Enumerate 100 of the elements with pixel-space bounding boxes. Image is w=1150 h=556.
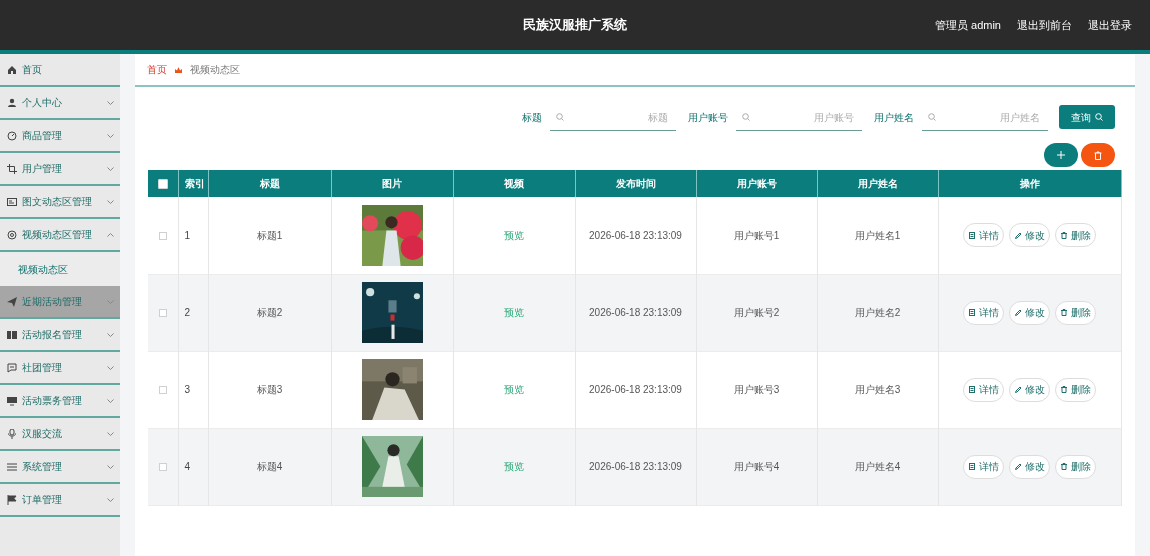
home-icon	[7, 64, 17, 75]
header-link[interactable]: 退出到前台	[1017, 16, 1072, 34]
table-cell: 标题2	[256, 307, 283, 318]
table-cell: 1	[184, 229, 191, 241]
chevron-down-icon	[107, 332, 114, 337]
menu-icon	[7, 461, 17, 472]
table-cell: 用户姓名4	[854, 461, 901, 472]
checkbox[interactable]	[158, 463, 167, 472]
gauge-icon	[7, 130, 17, 141]
search-icon	[556, 113, 564, 121]
breadcrumb-item: 视频动态区	[190, 63, 240, 77]
edit-button[interactable]: 修改	[1009, 300, 1050, 325]
paper-plane-icon	[7, 296, 17, 307]
table-cell: 用户姓名3	[854, 384, 901, 395]
field-label: 标题	[522, 110, 542, 125]
table-cell: 2	[184, 307, 191, 318]
add-button[interactable]	[1044, 143, 1078, 167]
search-button[interactable]: 查询	[1059, 105, 1115, 129]
search-field[interactable]: 用户账号	[736, 105, 862, 131]
edit-button[interactable]: 修改	[1009, 377, 1050, 402]
document-icon	[968, 386, 976, 393]
table-cell: 3	[184, 384, 191, 395]
search-icon	[742, 113, 750, 121]
trash-icon	[1060, 231, 1068, 239]
book-icon	[7, 329, 17, 340]
delete-button[interactable]	[1081, 143, 1115, 167]
chevron-down-icon	[107, 299, 114, 304]
checkbox[interactable]	[158, 386, 167, 395]
pencil-icon	[1014, 231, 1022, 239]
aperture-icon	[7, 229, 17, 240]
monitor-icon	[7, 395, 17, 406]
breadcrumb-item[interactable]: 首页	[147, 62, 167, 77]
document-icon	[968, 309, 976, 316]
table-cell: 标题4	[256, 461, 283, 472]
table-cell: 用户账号1	[733, 229, 780, 241]
table-cell: 用户姓名2	[854, 307, 901, 318]
table-cell: 用户姓名1	[854, 229, 901, 241]
table-cell: 用户账号4	[733, 461, 780, 472]
search-icon	[1095, 113, 1103, 121]
field-label: 用户姓名	[874, 110, 914, 125]
pencil-icon	[1014, 463, 1022, 470]
pencil-icon	[1014, 386, 1022, 393]
chat-icon	[7, 362, 17, 373]
pencil-icon	[1014, 309, 1022, 316]
preview-link[interactable]: 预览	[504, 229, 524, 241]
chevron-down-icon	[107, 133, 114, 138]
chevron-down-icon	[107, 497, 114, 502]
details-button[interactable]: 详情	[963, 223, 1004, 248]
details-button[interactable]: 详情	[963, 300, 1004, 325]
app-title: 民族汉服推广系统	[523, 16, 627, 35]
preview-link[interactable]: 预览	[504, 384, 524, 395]
table-cell: 标题3	[256, 384, 283, 395]
table-cell: 标题1	[256, 229, 283, 241]
table-cell: 2026-06-18 23:13:09	[589, 384, 682, 395]
table-cell: 4	[184, 461, 191, 472]
microphone-icon	[7, 428, 17, 439]
trash-icon	[1060, 386, 1068, 393]
table-cell: 用户账号2	[733, 307, 780, 318]
checkbox[interactable]	[158, 232, 167, 241]
header-link[interactable]: 退出登录	[1088, 16, 1132, 34]
image-icon	[7, 196, 17, 207]
search-field[interactable]: 标题	[550, 105, 676, 131]
details-button[interactable]: 详情	[963, 377, 1004, 402]
chevron-down-icon	[107, 464, 114, 469]
table-cell: 用户账号3	[733, 384, 780, 395]
chevron-down-icon	[107, 100, 114, 105]
flag-icon	[7, 494, 17, 505]
table-cell: 2026-06-18 23:13:09	[589, 307, 682, 318]
trash-icon	[1094, 150, 1102, 160]
delete-button[interactable]: 删除	[1055, 300, 1096, 325]
checkbox[interactable]	[157, 179, 168, 190]
delete-button[interactable]: 删除	[1055, 377, 1096, 402]
search-field[interactable]: 用户姓名	[922, 105, 1048, 131]
table-cell: 2026-06-18 23:13:09	[589, 461, 682, 472]
separator-icon	[175, 66, 182, 73]
chevron-down-icon	[107, 365, 114, 370]
chevron-down-icon	[107, 166, 114, 171]
header-link[interactable]: 管理员 admin	[934, 16, 1001, 34]
trash-icon	[1060, 309, 1068, 316]
details-button[interactable]: 详情	[963, 454, 1004, 479]
preview-link[interactable]: 预览	[504, 307, 524, 318]
crop-icon	[7, 163, 17, 174]
plus-icon	[1057, 151, 1065, 159]
edit-button[interactable]: 修改	[1009, 454, 1050, 479]
chevron-down-icon	[107, 431, 114, 436]
chevron-down-icon	[107, 199, 114, 204]
checkbox[interactable]	[158, 309, 167, 318]
user-icon	[7, 97, 17, 108]
table-cell: 2026-06-18 23:13:09	[589, 229, 682, 241]
document-icon	[968, 463, 976, 470]
preview-link[interactable]: 预览	[504, 461, 524, 472]
search-icon	[928, 113, 936, 121]
chevron-up-icon	[107, 232, 114, 237]
chevron-down-icon	[107, 398, 114, 403]
field-label: 用户账号	[688, 110, 728, 125]
delete-button[interactable]: 删除	[1055, 223, 1096, 248]
delete-button[interactable]: 删除	[1055, 454, 1096, 479]
trash-icon	[1060, 463, 1068, 470]
edit-button[interactable]: 修改	[1009, 223, 1050, 248]
document-icon	[968, 231, 976, 239]
